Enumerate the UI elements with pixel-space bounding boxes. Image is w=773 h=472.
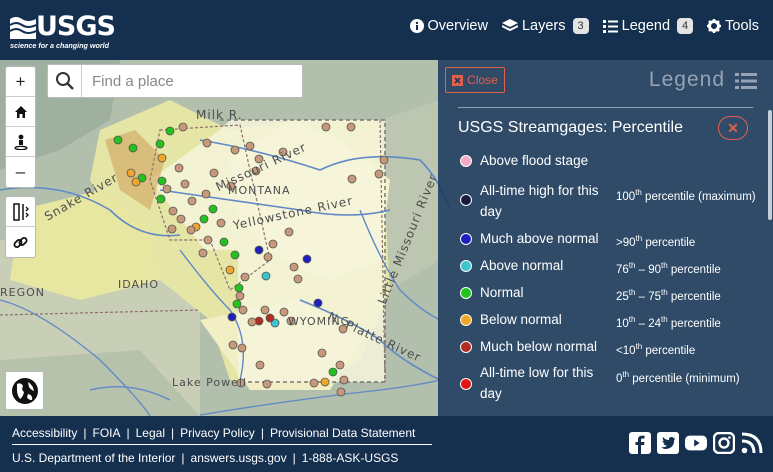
nav-overview-label: Overview (427, 18, 488, 34)
legend-item-label: Much below normal (480, 339, 598, 354)
legend-swatch (460, 314, 472, 326)
layers-count-badge: 3 (572, 18, 589, 34)
legend-section-close-button[interactable]: ✕ (718, 116, 748, 140)
youtube-icon[interactable] (685, 432, 707, 454)
legend-item-label: Much above normal (480, 231, 599, 246)
footer-link-doi[interactable]: U.S. Department of the Interior (12, 451, 175, 465)
globe-icon (11, 377, 38, 404)
search-input[interactable] (82, 66, 302, 96)
legend-swatch (460, 341, 472, 353)
map-label-idaho: IDAHO (118, 278, 159, 291)
home-icon (14, 105, 27, 118)
list-icon (735, 73, 757, 89)
search-icon (55, 72, 74, 90)
layers-icon (501, 19, 518, 32)
plus-icon: + (15, 71, 26, 91)
close-icon (452, 74, 464, 86)
gear-icon (707, 19, 722, 33)
legend-item-value: 0th percentile (minimum) (616, 370, 740, 385)
nav-legend-label: Legend (621, 18, 671, 34)
footer-link-answers[interactable]: answers.usgs.gov (191, 451, 287, 465)
instagram-icon[interactable] (713, 432, 735, 454)
logo-tagline: science for a changing world (10, 41, 110, 50)
legend-title: Legend (648, 68, 725, 91)
legend-item-value: 100th percentile (maximum) (616, 188, 756, 203)
legend-swatch (460, 287, 472, 299)
legend-swatch (460, 233, 472, 245)
compare-button[interactable] (6, 197, 35, 227)
map-label-regon: REGON (0, 286, 46, 299)
footer-link-legal[interactable]: Legal (136, 426, 165, 440)
nav-legend[interactable]: Legend 4 (602, 18, 694, 34)
zoom-in-button[interactable]: + (6, 67, 35, 97)
legend-swatch (460, 155, 472, 167)
legend-item-label: Above flood stage (480, 153, 589, 168)
legend-item-value: 25th – 75th percentile (616, 288, 721, 303)
social-links (629, 432, 763, 454)
usgs-wave-icon (10, 17, 36, 39)
minus-icon: – (15, 162, 26, 181)
header: USGS science for a changing world Overvi… (0, 0, 773, 60)
map-nav-controls: + – (5, 66, 36, 188)
swipe-compare-icon (12, 202, 29, 221)
legend-item-value: 76th – 90th percentile (616, 261, 721, 276)
close-x-icon: ✕ (727, 119, 739, 136)
legend-item-label: All-time low for this day (480, 365, 594, 401)
legend-item-label: All-time high for this day (480, 183, 599, 219)
list-icon (602, 19, 618, 33)
nav-overview[interactable]: Overview (409, 18, 488, 34)
legend-swatch (460, 378, 472, 390)
map-tool-controls (5, 196, 36, 258)
footer-link-accessibility[interactable]: Accessibility (12, 426, 77, 440)
top-nav: Overview Layers 3 Legend 4 Tools (409, 18, 759, 34)
legend-header: Close Legend (438, 60, 773, 106)
nav-tools[interactable]: Tools (707, 18, 759, 34)
footer-link-privacy[interactable]: Privacy Policy (180, 426, 255, 440)
legend-section-title: USGS Streamgages: Percentile (458, 119, 683, 136)
usgs-logo[interactable]: USGS science for a changing world (10, 12, 116, 52)
nav-layers[interactable]: Layers 3 (501, 18, 589, 34)
map-label-milk-river: Milk R. (196, 108, 243, 122)
footer-link-phone[interactable]: 1-888-ASK-USGS (302, 451, 399, 465)
search-button[interactable] (48, 65, 82, 97)
basemap-toggle-button[interactable] (5, 371, 44, 410)
legend-swatch (460, 194, 472, 206)
legend-item-value: <10th percentile (616, 342, 696, 357)
place-search (47, 64, 303, 98)
nav-tools-label: Tools (725, 18, 759, 34)
legend-item-value: 10th – 24th percentile (616, 315, 721, 330)
logo-word: USGS (36, 11, 116, 42)
footer-links: Accessibility | FOIA | Legal | Privacy Poli… (12, 426, 416, 440)
map-label-montana: MONTANA (228, 184, 291, 197)
footer: Accessibility | FOIA | Legal | Privacy Poli… (0, 416, 773, 472)
facebook-icon[interactable] (629, 432, 651, 454)
info-icon (409, 19, 424, 33)
home-button[interactable] (6, 97, 35, 127)
legend-count-badge: 4 (677, 18, 694, 34)
zoom-out-button[interactable]: – (6, 157, 35, 187)
link-icon (13, 236, 28, 248)
legend-item-label: Above normal (480, 258, 564, 273)
legend-item-label: Below normal (480, 312, 562, 327)
footer-divider (12, 444, 432, 445)
footer-link-foia[interactable]: FOIA (92, 426, 120, 440)
legend-swatch (460, 260, 472, 272)
person-location-icon (13, 134, 28, 150)
twitter-icon[interactable] (657, 432, 679, 454)
map-label-lake-powell: Lake Powell (172, 376, 247, 389)
rss-icon[interactable] (741, 432, 763, 454)
legend-item-value: >90th percentile (616, 234, 696, 249)
footer-link-provisional-data[interactable]: Provisional Data Statement (270, 426, 415, 440)
locate-button[interactable] (6, 127, 35, 157)
legend-close-label: Close (467, 73, 498, 87)
legend-divider (458, 107, 753, 108)
share-link-button[interactable] (6, 227, 35, 257)
footer-links-secondary: U.S. Department of the Interior | answers… (12, 451, 399, 465)
legend-item-label: Normal (480, 285, 524, 300)
legend-close-button[interactable]: Close (445, 67, 505, 93)
legend-panel: Close Legend USGS Streamgages: Percentil… (438, 60, 773, 416)
nav-layers-label: Layers (521, 18, 566, 34)
legend-scrollbar[interactable] (768, 110, 772, 220)
